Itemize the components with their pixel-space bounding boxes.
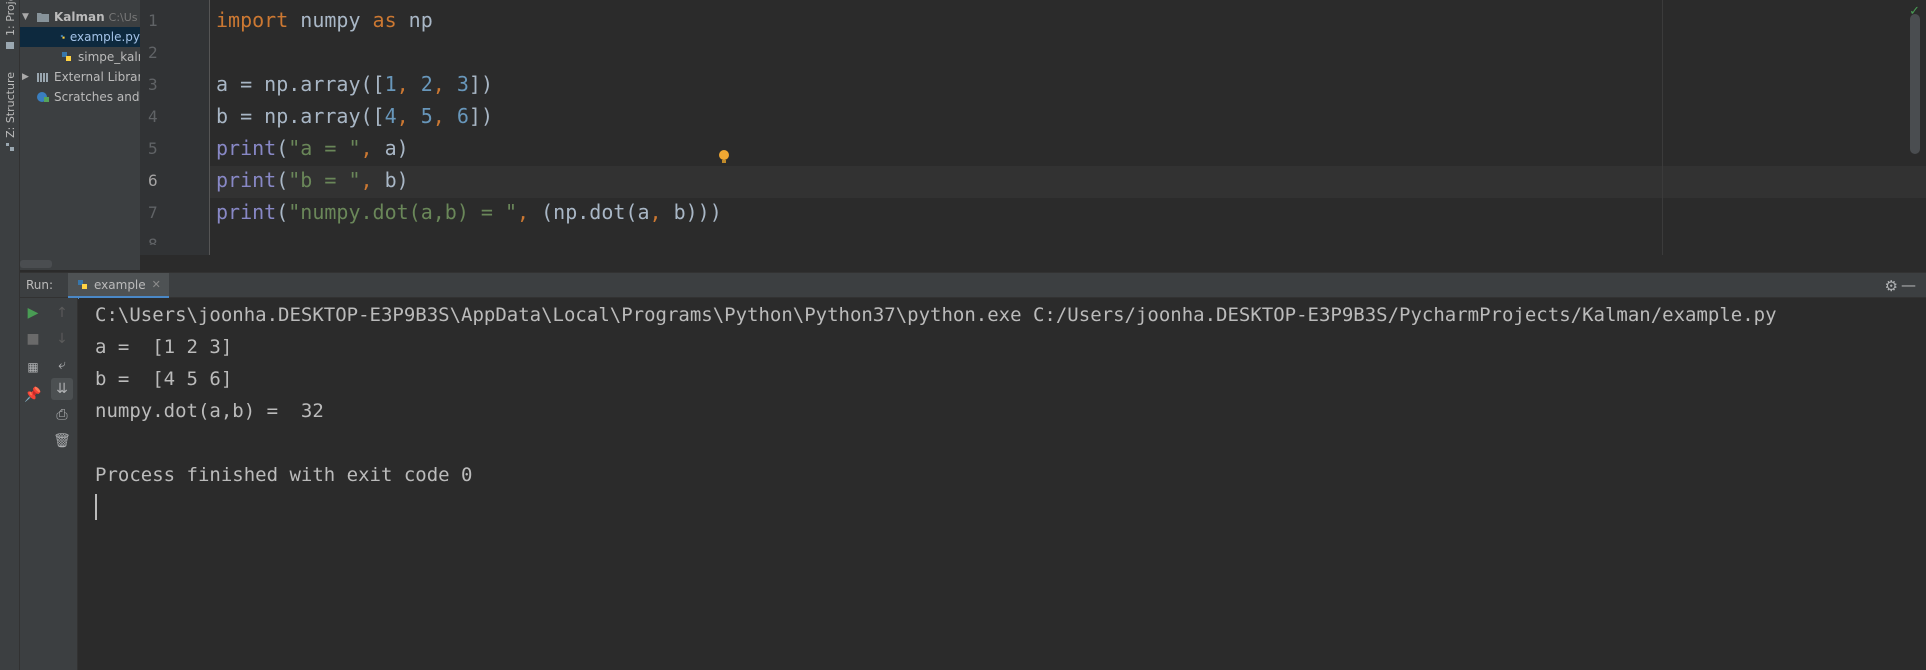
run-label: Run:: [26, 278, 54, 292]
scroll-to-end-icon[interactable]: ⇊: [51, 378, 73, 400]
print-icon[interactable]: ⎙: [51, 404, 73, 426]
structure-tool-tab-label: Z: Structure: [3, 72, 17, 138]
code-line-1: import numpy as np: [216, 8, 433, 32]
trash-icon[interactable]: 🗑: [51, 430, 73, 452]
run-toolbar-secondary: ↑ ↓ ⤶ ⇊ ⎙ 🗑: [46, 298, 78, 670]
console-output-dot: numpy.dot(a,b) = 32: [95, 400, 324, 422]
python-file-icon: [62, 52, 71, 61]
console-exit-message: Process finished with exit code 0: [95, 464, 473, 486]
run-toolbar-primary: ▶ ■ ▦ 📌: [20, 298, 46, 670]
arrow-down-icon[interactable]: ↓: [51, 328, 73, 350]
tree-root-kalman[interactable]: ▼ Kalman C:\Us: [22, 7, 138, 27]
current-line-highlight: [210, 166, 1926, 198]
scratches-icon: [37, 92, 49, 102]
run-tab-example[interactable]: example ✕: [68, 273, 169, 299]
tree-file-label: simpe_kalm: [78, 50, 140, 64]
tree-file-simpe-kalman[interactable]: simpe_kalm: [60, 47, 140, 67]
line-number: 3: [148, 75, 158, 94]
line-number: 1: [148, 11, 158, 30]
tree-scratches-label: Scratches and: [54, 90, 140, 104]
tree-file-label: example.py: [69, 30, 140, 44]
line-number: 5: [148, 139, 158, 158]
tree-root-path: C:\Us: [108, 10, 138, 24]
line-number: 8: [148, 235, 158, 245]
line-number-gutter: 1 2 3 4 5 6 7 8: [140, 0, 210, 255]
run-tab-label: example: [94, 277, 146, 292]
console-command-line: C:\Users\joonha.DESKTOP-E3P9B3S\AppData\…: [95, 304, 1777, 326]
console-cursor: [95, 494, 97, 520]
minimize-icon[interactable]: —: [1901, 276, 1916, 294]
tree-file-example[interactable]: example.py: [20, 27, 140, 47]
structure-icon: [6, 142, 14, 151]
python-file-icon: [60, 34, 65, 39]
console-output-a: a = [1 2 3]: [95, 336, 233, 358]
arrow-up-icon[interactable]: ↑: [51, 302, 73, 324]
project-tool-tab[interactable]: 1: Project: [0, 0, 20, 54]
left-tool-strip: 1: Project Z: Structure: [0, 0, 20, 670]
line-number: 2: [148, 43, 158, 62]
tree-root-label: Kalman: [54, 10, 105, 24]
chevron-down-icon[interactable]: ▼: [22, 12, 32, 22]
folder-icon: [6, 42, 14, 49]
line-number: 7: [148, 203, 158, 222]
python-icon: [78, 279, 87, 289]
soft-wrap-icon[interactable]: ⤶: [51, 354, 73, 376]
project-panel: ▼ Kalman C:\Us example.py simpe_kalm ▶ E…: [20, 0, 140, 270]
library-icon: [37, 73, 48, 82]
chevron-right-icon[interactable]: ▶: [22, 72, 32, 82]
code-line-5: print("a = ", a): [216, 136, 409, 160]
rerun-icon[interactable]: ▶: [22, 302, 44, 324]
project-horizontal-scrollbar[interactable]: [20, 260, 52, 268]
layout-icon[interactable]: ▦: [22, 356, 44, 378]
line-number: 4: [148, 107, 158, 126]
right-margin-guide: [1662, 0, 1663, 255]
run-panel-header: Run: example ✕ ⚙ —: [20, 272, 1926, 299]
code-line-6: print("b = ", b): [216, 168, 409, 192]
code-line-4: b = np.array([4, 5, 6]): [216, 104, 493, 128]
code-line-7: print("numpy.dot(a,b) = ", (np.dot(a, b)…: [216, 200, 722, 224]
line-number: 6: [148, 171, 158, 190]
lightbulb-icon[interactable]: [718, 150, 730, 164]
gear-icon[interactable]: ⚙: [1885, 277, 1898, 295]
stop-icon[interactable]: ■: [22, 328, 44, 350]
folder-icon: [37, 13, 49, 22]
console-output-b: b = [4 5 6]: [95, 368, 233, 390]
pin-icon[interactable]: 📌: [22, 384, 44, 406]
code-line-3: a = np.array([1, 2, 3]): [216, 72, 493, 96]
tree-external-libraries-label: External Librari: [54, 70, 140, 84]
close-icon[interactable]: ✕: [152, 278, 161, 291]
project-tool-tab-label: 1: Project: [3, 0, 17, 36]
tree-scratches[interactable]: Scratches and: [36, 87, 139, 107]
run-console[interactable]: C:\Users\joonha.DESKTOP-E3P9B3S\AppData\…: [79, 298, 1926, 670]
tree-external-libraries[interactable]: ▶ External Librari: [22, 67, 140, 87]
editor-vertical-scrollbar[interactable]: [1910, 14, 1920, 154]
structure-tool-tab[interactable]: Z: Structure: [0, 72, 20, 156]
code-editor[interactable]: 1 2 3 4 5 6 7 8 import numpy as np a = n…: [140, 0, 1926, 255]
